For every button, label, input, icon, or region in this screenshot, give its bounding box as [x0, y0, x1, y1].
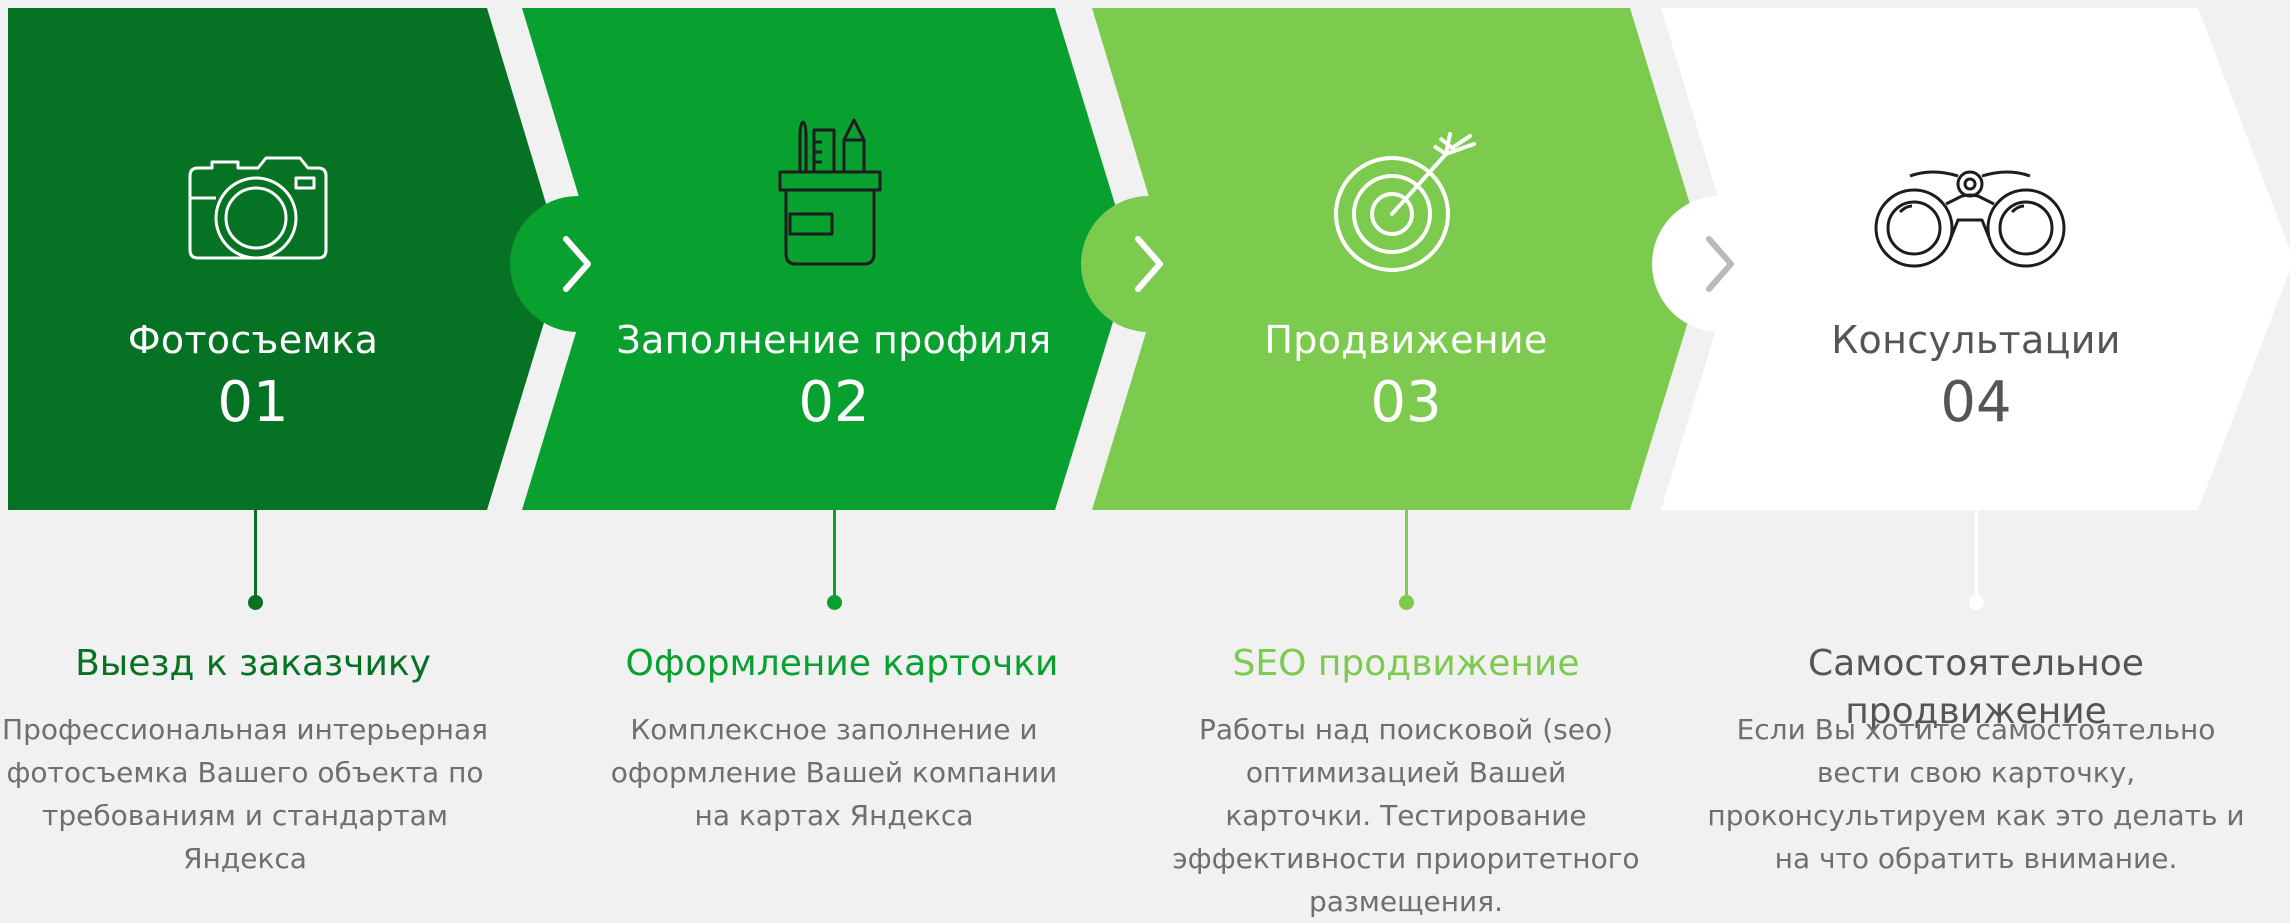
- step-number: 02: [798, 370, 870, 435]
- step-number: 01: [217, 370, 289, 435]
- detail-title: Выезд к заказчику: [75, 643, 431, 684]
- connector-line: [1974, 510, 1978, 602]
- detail-title: Оформление карточки: [625, 643, 1059, 684]
- connector-line: [832, 510, 836, 602]
- connector-dot: [1968, 595, 1984, 610]
- next-arrow-1[interactable]: [510, 196, 646, 332]
- step-number: 03: [1370, 370, 1442, 435]
- process-steps: Фотосъемка 01 Выезд к заказчику Професси…: [0, 0, 2290, 918]
- step-title: Заполнение профиля: [616, 318, 1052, 362]
- connector-dot: [247, 595, 263, 610]
- detail-text: Комплексное заполнение и оформление Ваше…: [610, 713, 1058, 832]
- step-number: 04: [1940, 370, 2012, 435]
- next-arrow-2[interactable]: [1081, 196, 1217, 332]
- connector-line: [253, 510, 257, 602]
- step-title: Продвижение: [1264, 318, 1548, 362]
- step-title: Консультации: [1831, 318, 2121, 362]
- step-title: Фотосъемка: [127, 318, 379, 362]
- connector-dot: [826, 595, 842, 610]
- connector-dot: [1398, 595, 1414, 610]
- detail-text: Профессиональная интерьерная фотосъемка …: [2, 713, 488, 875]
- detail-text: Если Вы хотите самостоятельно вести свою…: [1707, 713, 2245, 875]
- connector-line: [1404, 510, 1408, 602]
- detail-text: Работы над поисковой (seo) оптимизацией …: [1172, 713, 1640, 918]
- detail-title: SEO продвижение: [1232, 643, 1580, 684]
- next-arrow-3[interactable]: [1652, 196, 1788, 332]
